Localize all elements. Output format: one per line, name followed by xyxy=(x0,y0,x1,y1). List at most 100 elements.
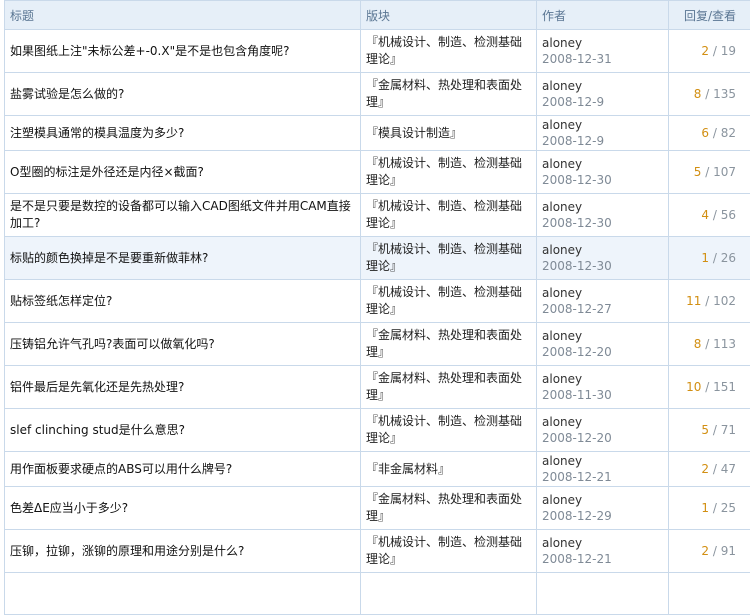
table-row-partial xyxy=(5,573,750,615)
thread-post-date: 2008-12-30 xyxy=(542,172,663,188)
column-header-author[interactable]: 作者 xyxy=(537,1,669,30)
view-count: 26 xyxy=(721,251,736,265)
reply-count: 10 xyxy=(686,380,701,394)
column-header-board[interactable]: 版块 xyxy=(361,1,537,30)
view-count: 71 xyxy=(721,423,736,437)
thread-stats-cell: 10 / 151 xyxy=(669,366,750,409)
thread-post-date: 2008-12-31 xyxy=(542,51,663,67)
thread-title-cell: 用作面板要求硬点的ABS可以用什么牌号? xyxy=(5,452,361,487)
stats-separator: / xyxy=(701,294,713,308)
thread-title-link[interactable]: 如果图纸上注"未标公差+-0.X"是不是也包含角度呢? xyxy=(10,44,289,58)
thread-author-name[interactable]: aloney xyxy=(542,492,663,508)
thread-title-link[interactable]: 铝件最后是先氧化还是先热处理? xyxy=(10,380,184,394)
thread-rows: 如果图纸上注"未标公差+-0.X"是不是也包含角度呢? 『机械设计、制造、检测基础… xyxy=(5,30,750,615)
reply-count: 4 xyxy=(701,208,709,222)
thread-title-link[interactable]: 盐雾试验是怎么做的? xyxy=(10,87,124,101)
thread-post-date: 2008-12-9 xyxy=(542,133,663,149)
thread-board-link[interactable]: 『机械设计、制造、检测基础理论』 xyxy=(366,242,522,273)
stats-separator: / xyxy=(709,462,721,476)
thread-title-link[interactable]: O型圈的标注是外径还是内径×截面? xyxy=(10,165,204,179)
stats-separator: / xyxy=(701,165,713,179)
thread-author-name[interactable]: aloney xyxy=(542,35,663,51)
thread-title-cell: 压铆，拉铆，涨铆的原理和用途分别是什么? xyxy=(5,530,361,573)
table-row: 贴标签纸怎样定位?『机械设计、制造、检测基础理论』aloney2008-12-2… xyxy=(5,280,750,323)
thread-title-cell: slef clinching stud是什么意思? xyxy=(5,409,361,452)
stats-separator: / xyxy=(709,126,721,140)
thread-author-name[interactable]: aloney xyxy=(542,156,663,172)
thread-board-link[interactable]: 『机械设计、制造、检测基础理论』 xyxy=(366,535,522,566)
view-count: 56 xyxy=(721,208,736,222)
thread-board-link[interactable]: 『机械设计、制造、检测基础理论』 xyxy=(366,199,522,230)
thread-board-cell: 『机械设计、制造、检测基础理论』 xyxy=(361,194,537,237)
thread-title-link[interactable]: 注塑模具通常的模具温度为多少? xyxy=(10,126,184,140)
view-count: 91 xyxy=(721,544,736,558)
thread-stats-cell: 1 / 25 xyxy=(669,487,750,530)
view-count: 25 xyxy=(721,501,736,515)
thread-post-date: 2008-12-30 xyxy=(542,258,663,274)
thread-board-cell: 『机械设计、制造、检测基础理论』 xyxy=(361,237,537,280)
thread-author-name[interactable]: aloney xyxy=(542,453,663,469)
thread-title-link[interactable]: 是不是只要是数控的设备都可以输入CAD图纸文件并用CAM直接加工? xyxy=(10,199,351,230)
thread-author-cell: aloney2008-12-30 xyxy=(537,151,669,194)
reply-count: 2 xyxy=(701,462,709,476)
table-header-row: 标题 版块 作者 回复/查看 xyxy=(5,1,750,30)
thread-board-cell: 『模具设计制造』 xyxy=(361,116,537,151)
thread-stats-cell: 2 / 47 xyxy=(669,452,750,487)
thread-stats-cell: 8 / 113 xyxy=(669,323,750,366)
thread-title-link[interactable]: 标贴的颜色换掉是不是要重新做菲林? xyxy=(10,251,208,265)
thread-board-link[interactable]: 『金属材料、热处理和表面处理』 xyxy=(366,371,522,402)
thread-stats-cell: 5 / 71 xyxy=(669,409,750,452)
table-row: 是不是只要是数控的设备都可以输入CAD图纸文件并用CAM直接加工? 『机械设计、制… xyxy=(5,194,750,237)
thread-title-cell: 色差ΔE应当小于多少? xyxy=(5,487,361,530)
thread-board-link[interactable]: 『非金属材料』 xyxy=(366,462,450,476)
thread-title-link[interactable]: 压铸铝允许气孔吗?表面可以做氧化吗? xyxy=(10,337,215,351)
stats-separator: / xyxy=(701,337,713,351)
thread-title-cell: 如果图纸上注"未标公差+-0.X"是不是也包含角度呢? xyxy=(5,30,361,73)
thread-author-name[interactable]: aloney xyxy=(542,78,663,94)
thread-title-link[interactable]: 压铆，拉铆，涨铆的原理和用途分别是什么? xyxy=(10,544,244,558)
thread-board-cell: 『机械设计、制造、检测基础理论』 xyxy=(361,409,537,452)
thread-author-name[interactable]: aloney xyxy=(542,535,663,551)
table-row: 如果图纸上注"未标公差+-0.X"是不是也包含角度呢? 『机械设计、制造、检测基础… xyxy=(5,30,750,73)
thread-board-link[interactable]: 『金属材料、热处理和表面处理』 xyxy=(366,492,522,523)
thread-board-link[interactable]: 『模具设计制造』 xyxy=(366,126,462,140)
stats-separator: / xyxy=(709,44,721,58)
thread-board-link[interactable]: 『金属材料、热处理和表面处理』 xyxy=(366,328,522,359)
thread-title-link[interactable]: 用作面板要求硬点的ABS可以用什么牌号? xyxy=(10,462,232,476)
thread-author-name[interactable]: aloney xyxy=(542,199,663,215)
thread-author-name[interactable]: aloney xyxy=(542,242,663,258)
thread-author-name[interactable]: aloney xyxy=(542,328,663,344)
thread-title-link[interactable]: 贴标签纸怎样定位? xyxy=(10,294,112,308)
thread-board-link[interactable]: 『机械设计、制造、检测基础理论』 xyxy=(366,285,522,316)
thread-post-date: 2008-12-21 xyxy=(542,469,663,485)
thread-board-cell: 『非金属材料』 xyxy=(361,452,537,487)
thread-title-link[interactable]: 色差ΔE应当小于多少? xyxy=(10,501,128,515)
reply-count: 1 xyxy=(701,501,709,515)
thread-post-date: 2008-12-20 xyxy=(542,430,663,446)
column-header-title[interactable]: 标题 xyxy=(5,1,361,30)
view-count: 82 xyxy=(721,126,736,140)
column-header-stats[interactable]: 回复/查看 xyxy=(669,1,750,30)
thread-author-cell: aloney2008-12-29 xyxy=(537,487,669,530)
thread-author-cell: aloney2008-12-20 xyxy=(537,409,669,452)
thread-board-link[interactable]: 『金属材料、热处理和表面处理』 xyxy=(366,78,522,109)
thread-author-name[interactable]: aloney xyxy=(542,117,663,133)
thread-title-cell: 铝件最后是先氧化还是先热处理? xyxy=(5,366,361,409)
thread-board-link[interactable]: 『机械设计、制造、检测基础理论』 xyxy=(366,35,522,66)
thread-stats-cell: 2 / 91 xyxy=(669,530,750,573)
thread-board-link[interactable]: 『机械设计、制造、检测基础理论』 xyxy=(366,414,522,445)
thread-board-link[interactable]: 『机械设计、制造、检测基础理论』 xyxy=(366,156,522,187)
thread-stats-cell: 8 / 135 xyxy=(669,73,750,116)
thread-title-cell: 盐雾试验是怎么做的? xyxy=(5,73,361,116)
thread-author-name[interactable]: aloney xyxy=(542,285,663,301)
thread-author-cell: aloney2008-12-30 xyxy=(537,237,669,280)
thread-stats-cell: 11 / 102 xyxy=(669,280,750,323)
view-count: 135 xyxy=(713,87,736,101)
thread-author-name[interactable]: aloney xyxy=(542,371,663,387)
thread-author-name[interactable]: aloney xyxy=(542,414,663,430)
thread-title-link[interactable]: slef clinching stud是什么意思? xyxy=(10,423,185,437)
thread-author-cell: aloney2008-12-9 xyxy=(537,116,669,151)
table-row: O型圈的标注是外径还是内径×截面? 『机械设计、制造、检测基础理论』 aloney2… xyxy=(5,151,750,194)
thread-list-table: 标题 版块 作者 回复/查看 如果图纸上注"未标公差+-0.X"是不是也包含角度… xyxy=(4,0,750,615)
stats-separator: / xyxy=(709,544,721,558)
